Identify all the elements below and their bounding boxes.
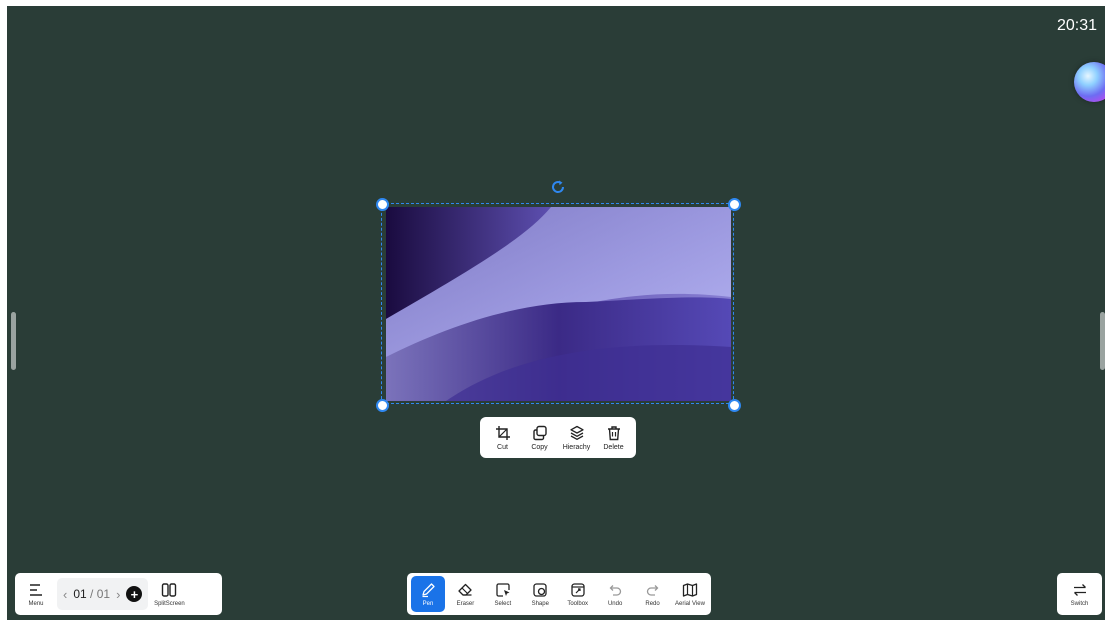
cut-label: Cut (497, 443, 508, 451)
eraser-icon (458, 583, 473, 596)
prev-page-button[interactable]: ‹ (63, 587, 67, 602)
image-context-menu: Cut Copy Hierachy Delete (480, 417, 636, 458)
aerial-view-button[interactable]: Aerial View (673, 576, 707, 612)
rotate-handle-icon[interactable] (549, 178, 567, 196)
page-separator: / (86, 587, 97, 601)
next-page-button[interactable]: › (116, 587, 120, 602)
whiteboard-canvas[interactable]: 20:31 Cut Copy Hierachy Delete Menu ‹ 01… (7, 6, 1105, 620)
pen-label: Pen (422, 600, 434, 607)
selection-frame (381, 203, 734, 404)
redo-icon (646, 584, 658, 596)
shape-label: Shape (531, 600, 549, 607)
page-navigation-bar: Menu ‹ 01 / 01 › + SplitScreen (15, 573, 222, 615)
resize-handle-bottom-right[interactable] (728, 399, 741, 412)
delete-label: Delete (603, 443, 624, 451)
eraser-label: Eraser (456, 600, 475, 607)
copy-button[interactable]: Copy (523, 425, 557, 451)
split-screen-icon (162, 582, 177, 597)
right-side-handle[interactable] (1100, 312, 1105, 370)
page-total: 01 (96, 587, 111, 601)
main-toolbar: Pen Eraser Select Shape Toolbox Undo Red… (407, 573, 711, 615)
shape-icon (533, 582, 547, 597)
undo-icon (609, 584, 622, 596)
pen-tool[interactable]: Pen (411, 576, 445, 612)
hierarchy-label: Hierachy (562, 443, 591, 451)
split-screen-button[interactable]: SplitScreen (152, 576, 186, 612)
menu-label: Menu (28, 600, 44, 607)
cut-button[interactable]: Cut (486, 425, 520, 451)
select-tool[interactable]: Select (486, 576, 520, 612)
clock: 20:31 (1056, 17, 1097, 34)
eraser-tool[interactable]: Eraser (448, 576, 482, 612)
shape-tool[interactable]: Shape (523, 576, 557, 612)
select-label: Select (494, 600, 512, 607)
redo-button[interactable]: Redo (636, 576, 670, 612)
undo-button[interactable]: Undo (598, 576, 632, 612)
trash-icon (607, 425, 620, 440)
toolbox-tool[interactable]: Toolbox (561, 576, 595, 612)
menu-icon (30, 583, 42, 596)
resize-handle-top-right[interactable] (728, 198, 741, 211)
left-side-handle[interactable] (11, 312, 16, 370)
copy-label: Copy (531, 443, 548, 451)
switch-panel: Switch (1057, 573, 1102, 615)
hierarchy-button[interactable]: Hierachy (560, 425, 594, 451)
page-pager: ‹ 01 / 01 › + (57, 578, 149, 610)
toolbox-label: Toolbox (567, 600, 589, 607)
pen-icon (422, 582, 435, 597)
resize-handle-top-left[interactable] (376, 198, 389, 211)
assistant-orb-button[interactable] (1074, 62, 1105, 102)
undo-label: Undo (607, 600, 623, 607)
resize-handle-bottom-left[interactable] (376, 399, 389, 412)
map-icon (682, 582, 698, 597)
crop-icon (495, 425, 510, 440)
split-screen-label: SplitScreen (154, 600, 185, 607)
toolbox-icon (571, 582, 585, 597)
layers-icon (569, 425, 584, 440)
menu-button[interactable]: Menu (19, 576, 53, 612)
add-page-button[interactable]: + (126, 586, 143, 602)
switch-button[interactable]: Switch (1063, 576, 1097, 612)
page-current: 01 (73, 587, 87, 601)
redo-label: Redo (645, 600, 660, 607)
switch-label: Switch (1070, 600, 1089, 607)
delete-button[interactable]: Delete (597, 425, 631, 451)
copy-icon (532, 425, 547, 440)
page-indicator[interactable]: 01 / 01 (73, 585, 110, 603)
select-icon (496, 582, 510, 597)
swap-arrows-icon (1073, 583, 1086, 596)
aerial-view-label: Aerial View (675, 600, 705, 607)
